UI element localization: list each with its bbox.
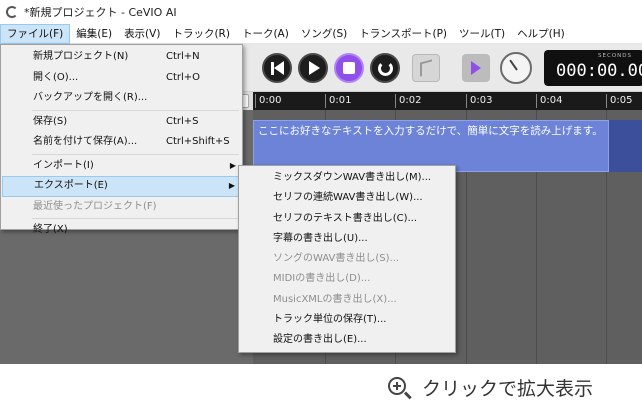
menu-item-import[interactable]: インポート(I) ▶ [2, 156, 241, 177]
dial-icon [509, 59, 518, 71]
export-item-settings[interactable]: 設定の書き出し(E)... [240, 330, 454, 350]
clock-caption: SECONDS [598, 53, 632, 59]
menu-separator [32, 218, 239, 219]
menu-item-label: インポート(I) [33, 159, 94, 171]
clip-tail [609, 120, 642, 172]
export-item-track-save[interactable]: トラック単位の保存(T)... [240, 310, 454, 330]
menu-help[interactable]: ヘルプ(H) [511, 24, 571, 44]
ruler-tick: 0:01 [325, 94, 351, 108]
arrow-right-icon [471, 61, 481, 75]
menu-separator [32, 109, 239, 111]
cevio-logo-icon [6, 6, 18, 18]
menu-item-recent-projects: 最近使ったプロジェクト(F) [2, 197, 241, 218]
submenu-arrow-icon: ▶ [229, 160, 236, 170]
menu-item-save-as[interactable]: 名前を付けて保存(A)... Ctrl+Shift+S [2, 132, 241, 153]
prev-icon [270, 61, 284, 75]
export-submenu: ミックスダウンWAV書き出し(M)... セリフの連続WAV書き出し(W)...… [238, 165, 456, 353]
export-item-song-wav: ソングのWAV書き出し(S)... [273, 253, 400, 265]
prev-button[interactable] [262, 53, 292, 83]
menu-item-shortcut: Ctrl+Shift+S [166, 136, 230, 147]
menu-view[interactable]: 表示(V) [118, 24, 166, 44]
export-item-musicxml: MusicXMLの書き出し(X)... [273, 293, 397, 305]
export-item-mixdown-wav[interactable]: ミックスダウンWAV書き出し(M)... [240, 168, 454, 188]
menu-item-label: 終了(X) [33, 224, 68, 235]
menu-item-label: 新規プロジェクト(N) [33, 51, 129, 62]
menu-item-new-project[interactable]: 新規プロジェクト(N) Ctrl+N [2, 47, 241, 68]
menu-track[interactable]: トラック(R) [166, 24, 236, 44]
menu-bar: ファイル(F) 編集(E) 表示(V) トラック(R) トーク(A) ソング(S… [0, 23, 642, 44]
menu-item-shortcut: Ctrl+O [166, 71, 201, 83]
menu-item-exit[interactable]: 終了(X) [2, 220, 241, 241]
zoom-in-icon [386, 375, 412, 401]
loop-button[interactable] [370, 53, 400, 83]
tempo-dial[interactable] [500, 52, 532, 84]
follow-button[interactable] [462, 54, 490, 82]
stop-icon [343, 62, 355, 74]
zoom-text: クリックで拡大表示 [422, 378, 594, 400]
menu-item-label: 名前を付けて保存(A)... [33, 136, 138, 147]
menu-item-label: バックアップを開く(R)... [33, 92, 148, 103]
ruler-tick: 0:03 [466, 94, 492, 108]
timeline-ruler[interactable]: 0:00 0:01 0:02 0:03 0:04 0:05 [253, 92, 642, 110]
stop-button[interactable] [334, 53, 364, 83]
ruler-tick: 0:02 [395, 94, 421, 108]
zoom-link[interactable]: クリックで拡大表示 [386, 374, 593, 401]
menu-item-shortcut: Ctrl+S [166, 115, 199, 127]
ruler-tick: 0:00 [255, 94, 281, 108]
menu-item-label: 開く(O)... [33, 71, 79, 83]
time-display: SECONDS 000:00.00 [544, 50, 642, 86]
export-item-serif-text[interactable]: セリフのテキスト書き出し(C)... [240, 209, 454, 229]
file-menu: 新規プロジェクト(N) Ctrl+N 開く(O)... Ctrl+O バックアップを… [0, 44, 243, 235]
clock-time: 000:00.00 [556, 61, 642, 81]
play-button[interactable] [298, 53, 328, 83]
flag-icon [420, 59, 432, 77]
menu-file[interactable]: ファイル(F) [0, 23, 71, 44]
menu-item-label: 最近使ったプロジェクト(F) [33, 200, 157, 212]
menu-transport[interactable]: トランスポート(P) [353, 24, 453, 44]
export-item-serif-continuous-wav[interactable]: セリフの連続WAV書き出し(W)... [240, 188, 454, 208]
ruler-tick: 0:04 [536, 94, 562, 108]
footer: クリックで拡大表示 [0, 364, 642, 410]
export-item-midi: MIDIの書き出し(D)... [273, 273, 371, 285]
submenu-arrow-icon: ▶ [228, 181, 235, 190]
menu-tools[interactable]: ツール(T) [453, 24, 511, 44]
menu-item-label: エクスポート(E) [34, 180, 108, 191]
menu-item-export[interactable]: エクスポート(E) ▶ [2, 176, 241, 197]
menu-song[interactable]: ソング(S) [295, 24, 353, 44]
export-item-subtitles[interactable]: 字幕の書き出し(U)... [240, 229, 454, 249]
flag-button[interactable] [412, 54, 440, 82]
menu-edit[interactable]: 編集(E) [70, 24, 118, 44]
menu-item-label: 保存(S) [33, 115, 68, 127]
menu-item-open-backup[interactable]: バックアップを開く(R)... [2, 88, 241, 109]
play-icon [309, 61, 320, 75]
window-title: *新規プロジェクト - CeVIO AI [24, 6, 177, 19]
menu-item-open[interactable]: 開く(O)... Ctrl+O [2, 68, 241, 89]
menu-item-shortcut: Ctrl+N [166, 51, 200, 62]
menu-separator [32, 153, 239, 155]
menu-item-save[interactable]: 保存(S) Ctrl+S [2, 112, 241, 133]
title-bar: *新規プロジェクト - CeVIO AI [0, 0, 642, 24]
ruler-tick: 0:05 [606, 94, 632, 108]
loop-icon [377, 60, 393, 76]
menu-talk[interactable]: トーク(A) [236, 24, 295, 44]
